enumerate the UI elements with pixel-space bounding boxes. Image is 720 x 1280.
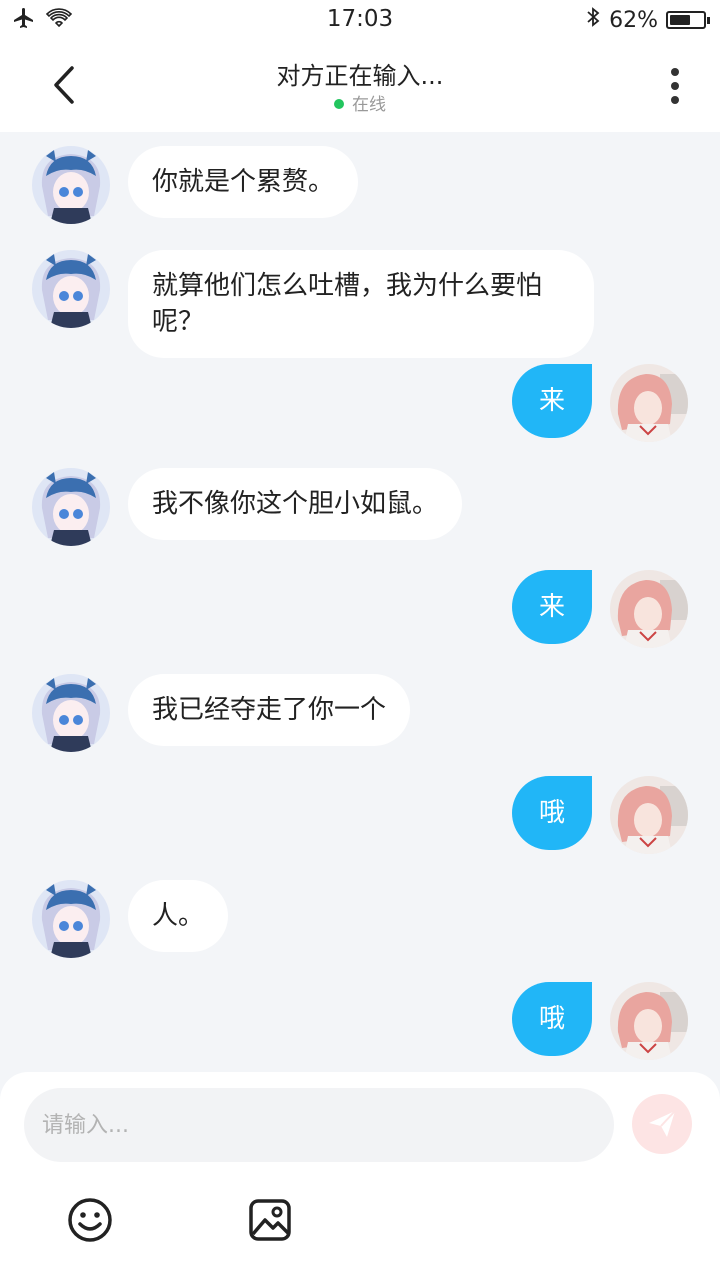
more-vertical-icon	[671, 68, 679, 104]
message-bubble[interactable]: 就算他们怎么吐槽，我为什么要怕呢？	[128, 250, 594, 358]
user-avatar[interactable]	[610, 570, 688, 648]
message-bubble[interactable]: 我已经夺走了你一个	[128, 674, 411, 746]
online-status: 在线	[0, 90, 720, 115]
contact-avatar[interactable]	[32, 250, 110, 328]
contact-avatar[interactable]	[32, 674, 110, 752]
image-icon	[249, 1199, 291, 1241]
battery-level	[670, 15, 690, 25]
bluetooth-icon	[585, 6, 601, 34]
more-options-button[interactable]	[660, 64, 690, 108]
message-bubble[interactable]: 哦	[512, 982, 592, 1056]
send-icon	[649, 1110, 676, 1137]
chat-title: 对方正在输入...	[276, 62, 444, 90]
message-input[interactable]	[24, 1088, 614, 1162]
status-bar: 17:03 62%	[0, 0, 720, 40]
user-avatar[interactable]	[610, 982, 688, 1060]
user-avatar[interactable]	[610, 776, 688, 854]
message-bubble[interactable]: 来	[512, 570, 592, 644]
chat-header: 对方正在输入... 在线	[0, 40, 720, 132]
battery-icon	[666, 11, 710, 29]
send-button[interactable]	[632, 1094, 692, 1154]
image-button[interactable]	[246, 1196, 294, 1244]
message-bubble[interactable]: 来	[512, 364, 592, 438]
message-bubble[interactable]: 你就是个累赘。	[128, 146, 359, 218]
composer-bar	[0, 1072, 720, 1280]
contact-avatar[interactable]	[32, 146, 110, 224]
emoji-button[interactable]	[66, 1196, 114, 1244]
online-label: 在线	[352, 95, 386, 115]
user-avatar[interactable]	[610, 364, 688, 442]
contact-avatar[interactable]	[32, 880, 110, 958]
message-bubble[interactable]: 人。	[128, 880, 229, 952]
message-bubble[interactable]: 我不像你这个胆小如鼠。	[128, 468, 463, 540]
emoji-icon	[68, 1198, 112, 1242]
battery-text: 62%	[609, 7, 658, 33]
status-right: 62%	[585, 6, 710, 34]
message-list[interactable]: 你就是个累赘。 就算他们怎么吐槽，我为什么要怕呢？ 来 我不像你这个胆小如鼠。 …	[0, 132, 720, 1072]
online-dot	[334, 99, 344, 109]
contact-avatar[interactable]	[32, 468, 110, 546]
message-bubble[interactable]: 哦	[512, 776, 592, 850]
